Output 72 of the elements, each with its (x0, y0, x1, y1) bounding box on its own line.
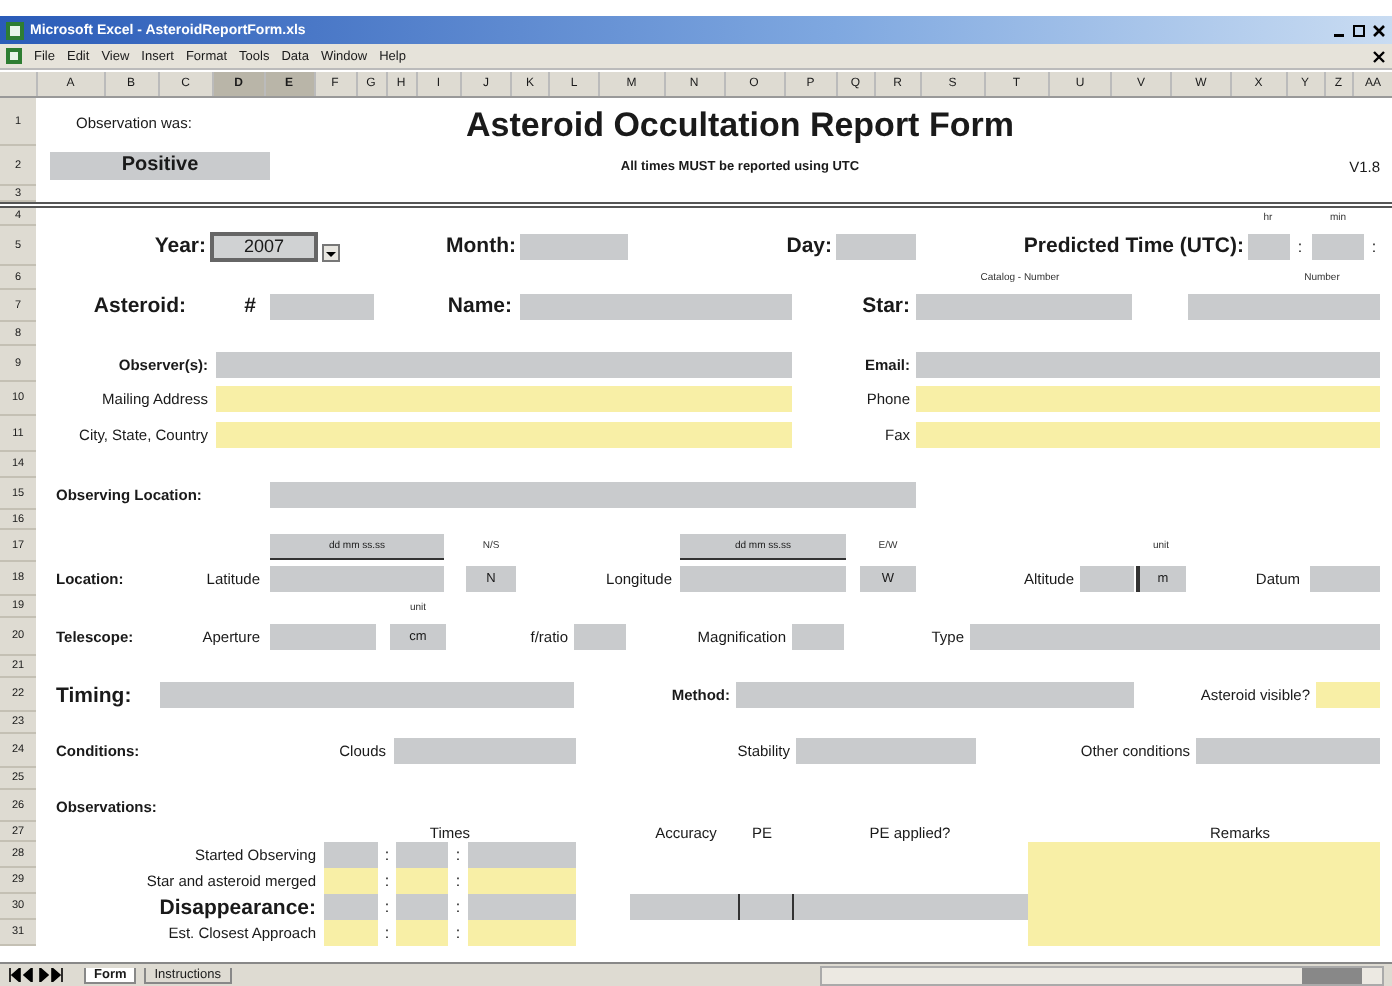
close-icon[interactable] (1372, 49, 1386, 63)
field-label: Day: (784, 234, 832, 258)
separator-text: : (453, 924, 463, 942)
separator-text: : (1369, 237, 1379, 255)
field-label: Year: (152, 234, 206, 258)
input-field[interactable] (736, 682, 1134, 708)
input-field[interactable] (970, 624, 1380, 650)
field-label: Timing: (56, 683, 134, 707)
input-field[interactable] (574, 624, 626, 650)
field-label: Disappearance: (157, 895, 316, 919)
separator-text: : (1295, 237, 1305, 255)
field-label: Star: (860, 294, 910, 318)
input-field[interactable] (916, 386, 1380, 412)
input-field[interactable] (270, 566, 444, 592)
input-field[interactable] (468, 894, 576, 920)
separator-text: : (382, 872, 392, 890)
input-field[interactable] (160, 682, 574, 708)
input-field[interactable] (836, 233, 916, 259)
input-field[interactable] (1188, 293, 1380, 319)
restore-icon[interactable] (1352, 23, 1366, 37)
input-field[interactable] (916, 421, 1380, 447)
input-field[interactable] (630, 894, 740, 920)
horizontal-scrollbar[interactable] (820, 965, 1384, 985)
separator-text: : (382, 898, 392, 916)
input-field[interactable] (396, 842, 448, 868)
field-label: Asteroid: (91, 294, 186, 318)
input-field[interactable] (916, 351, 1380, 377)
input-field[interactable] (396, 920, 448, 946)
input-field[interactable] (1196, 738, 1380, 764)
input-field[interactable] (324, 920, 378, 946)
input-field[interactable] (468, 920, 576, 946)
input-field[interactable] (916, 293, 1132, 319)
caret-icon[interactable] (322, 243, 340, 261)
input-field[interactable] (680, 566, 846, 592)
separator-text: : (382, 846, 392, 864)
input-field[interactable] (1028, 842, 1380, 868)
input-field[interactable] (796, 738, 976, 764)
input-field[interactable] (324, 868, 378, 894)
status-cell: Positive (50, 152, 270, 180)
input-field[interactable] (396, 894, 448, 920)
input-field[interactable] (216, 351, 792, 377)
field-label: Name: (445, 294, 512, 318)
separator-text: : (382, 924, 392, 942)
input-field[interactable] (740, 894, 794, 920)
input-field[interactable] (1028, 920, 1380, 946)
input-field[interactable] (520, 233, 628, 259)
form-title: Asteroid Occultation Report Form (464, 106, 1016, 146)
input-field[interactable] (1080, 566, 1134, 592)
input-field[interactable] (270, 293, 374, 319)
separator-text: : (453, 846, 463, 864)
field-label: Predicted Time (UTC): (1021, 234, 1244, 258)
input-field[interactable] (396, 868, 448, 894)
input-field[interactable] (1316, 682, 1380, 708)
separator-text: : (453, 872, 463, 890)
input-field[interactable] (324, 842, 378, 868)
input-field[interactable] (1248, 233, 1290, 259)
input-field[interactable] (216, 421, 792, 447)
field-label: Month: (444, 234, 516, 258)
input-field[interactable] (324, 894, 378, 920)
input-field[interactable] (1310, 566, 1380, 592)
separator-text: : (453, 898, 463, 916)
input-field[interactable] (270, 624, 376, 650)
input-field[interactable] (1312, 233, 1364, 259)
input-field[interactable] (216, 386, 792, 412)
input-field[interactable] (394, 738, 576, 764)
input-field[interactable] (520, 293, 792, 319)
input-field[interactable] (468, 868, 576, 894)
input-field[interactable] (468, 842, 576, 868)
close-icon[interactable] (1372, 23, 1386, 37)
input-field[interactable] (792, 624, 844, 650)
input-field[interactable] (270, 481, 916, 507)
field-label: # (242, 294, 258, 318)
